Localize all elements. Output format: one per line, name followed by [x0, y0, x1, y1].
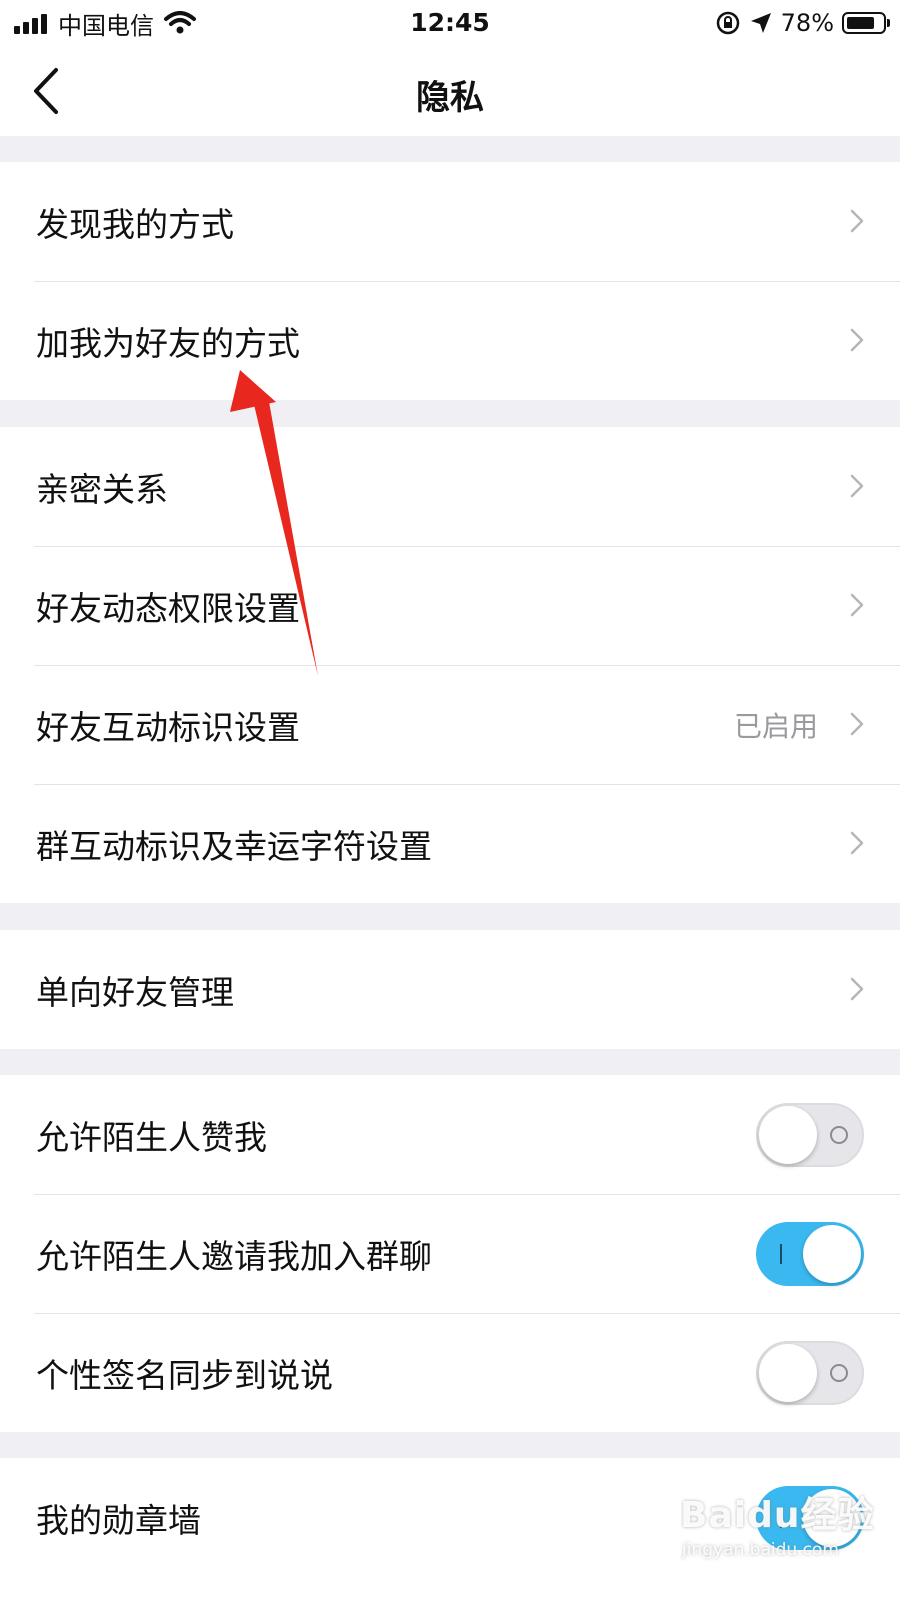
- settings-group-discovery: 发现我的方式 加我为好友的方式: [0, 162, 900, 400]
- toggle-on-mark: [780, 1508, 782, 1528]
- nav-bar: 隐私: [0, 46, 900, 136]
- row-label: 允许陌生人赞我: [36, 1117, 267, 1157]
- toggle-off-mark: [830, 1126, 848, 1144]
- settings-row-medal-wall: 我的勋章墙: [0, 1458, 900, 1577]
- row-label: 发现我的方式: [36, 204, 234, 244]
- toggle-knob: [759, 1344, 817, 1402]
- row-label: 好友动态权限设置: [36, 588, 300, 628]
- page-title: 隐私: [416, 78, 484, 118]
- settings-row-stranger-group-invite: 允许陌生人邀请我加入群聊: [0, 1194, 900, 1313]
- rotation-lock-icon: [716, 11, 739, 35]
- status-right: 78%: [715, 8, 890, 38]
- chevron-right-icon: [850, 712, 864, 736]
- battery-percent: 78%: [780, 9, 834, 37]
- signature-sync-toggle[interactable]: [756, 1341, 864, 1405]
- battery-fill: [847, 17, 874, 29]
- settings-row-group-badge-lucky-chars[interactable]: 群互动标识及幸运字符设置: [0, 784, 900, 903]
- chevron-right-icon: [850, 209, 864, 233]
- row-label: 允许陌生人邀请我加入群聊: [36, 1236, 432, 1276]
- settings-row-discover-me[interactable]: 发现我的方式: [0, 162, 900, 281]
- status-bar: 中国电信 12:45 78%: [0, 0, 900, 46]
- settings-group-one-way: 单向好友管理: [0, 930, 900, 1049]
- row-label: 我的勋章墙: [36, 1500, 201, 1540]
- settings-row-one-way-friends[interactable]: 单向好友管理: [0, 930, 900, 1049]
- stranger-likes-toggle[interactable]: [756, 1103, 864, 1167]
- settings-group-friends: 亲密关系 好友动态权限设置 好友互动标识设置 已启用 群互动标识及幸运字符设置: [0, 427, 900, 903]
- row-status-value: 已启用: [733, 709, 818, 743]
- row-label: 群互动标识及幸运字符设置: [36, 826, 432, 866]
- settings-row-signature-sync: 个性签名同步到说说: [0, 1313, 900, 1432]
- toggle-knob: [759, 1106, 817, 1164]
- settings-row-add-friend-method[interactable]: 加我为好友的方式: [0, 281, 900, 400]
- settings-group-medals: 我的勋章墙: [0, 1458, 900, 1600]
- location-icon: [750, 13, 771, 33]
- settings-row-stranger-likes: 允许陌生人赞我: [0, 1075, 900, 1194]
- toggle-knob: [803, 1225, 861, 1283]
- row-label: 亲密关系: [36, 469, 168, 509]
- settings-row-interaction-badge[interactable]: 好友互动标识设置 已启用: [0, 665, 900, 784]
- medal-wall-toggle[interactable]: [756, 1486, 864, 1550]
- row-label: 单向好友管理: [36, 972, 234, 1012]
- toggle-on-mark: [780, 1244, 782, 1264]
- row-label: 加我为好友的方式: [36, 323, 300, 363]
- toggle-knob: [803, 1489, 861, 1547]
- row-label: 个性签名同步到说说: [36, 1355, 333, 1395]
- chevron-right-icon: [850, 593, 864, 617]
- settings-group-strangers: 允许陌生人赞我 允许陌生人邀请我加入群聊 个性签名同步到说说: [0, 1075, 900, 1432]
- settings-row-intimate-relations[interactable]: 亲密关系: [0, 427, 900, 546]
- settings-row-feed-permissions[interactable]: 好友动态权限设置: [0, 546, 900, 665]
- toggle-off-mark: [830, 1364, 848, 1382]
- chevron-right-icon: [850, 328, 864, 352]
- chevron-right-icon: [850, 831, 864, 855]
- stranger-group-invite-toggle[interactable]: [756, 1222, 864, 1286]
- chevron-right-icon: [850, 977, 864, 1001]
- row-label: 好友互动标识设置: [36, 707, 300, 747]
- chevron-right-icon: [850, 474, 864, 498]
- battery-icon: [842, 12, 890, 34]
